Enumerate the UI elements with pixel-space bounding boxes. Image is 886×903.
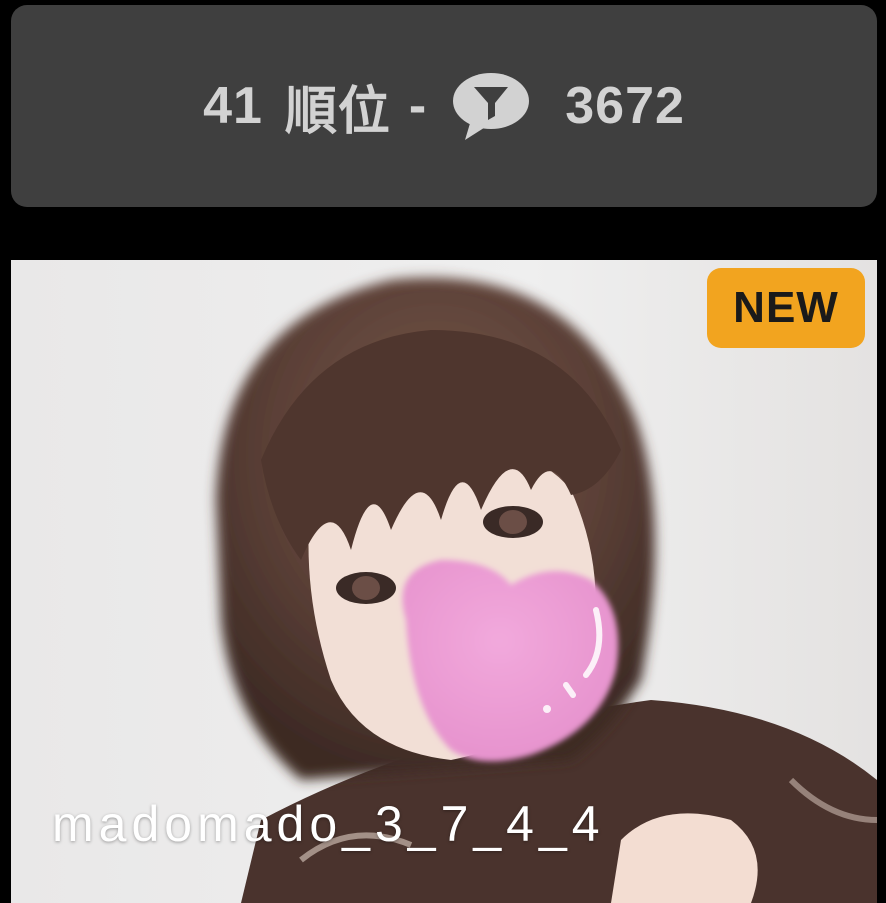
ranking-bar: 41 順位 - 3672 <box>11 5 877 207</box>
username: madomado_3_7_4_4 <box>52 796 605 852</box>
profile-photo-card[interactable]: NEW madomado_3_7_4_4 <box>11 260 877 903</box>
new-badge-label: NEW <box>733 283 839 332</box>
comment-count: 3672 <box>565 77 685 135</box>
rank-suffix: 順位 <box>284 82 391 141</box>
new-badge: NEW <box>707 268 865 348</box>
rank-separator: - <box>408 77 428 135</box>
rank-number: 41 <box>203 77 263 135</box>
speech-bubble-icon <box>451 70 531 142</box>
